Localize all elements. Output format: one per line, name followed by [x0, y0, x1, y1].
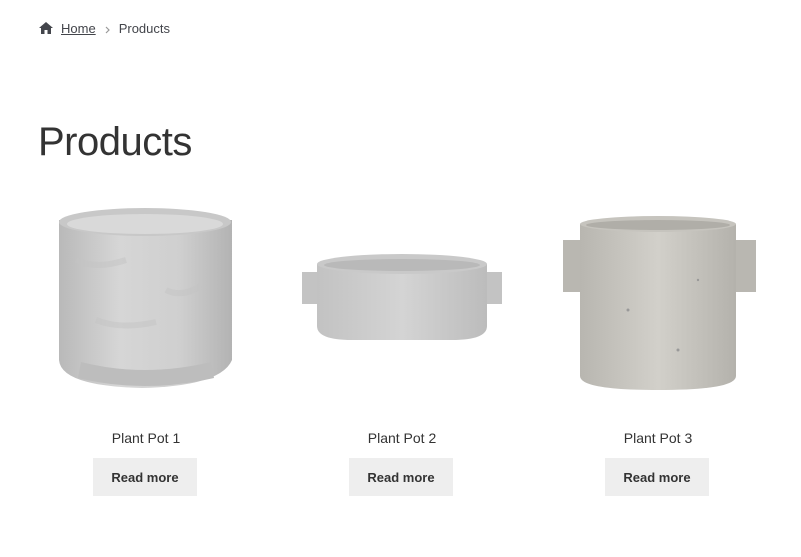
product-card: Plant Pot 2 Read more	[292, 200, 512, 500]
page-title: Products	[38, 120, 192, 164]
breadcrumb-home-link[interactable]: Home	[61, 21, 96, 36]
product-card: Plant Pot 3 Read more	[548, 200, 768, 500]
home-icon[interactable]	[38, 21, 54, 35]
product-title[interactable]: Plant Pot 2	[292, 430, 512, 446]
product-image[interactable]	[548, 200, 768, 400]
product-title[interactable]: Plant Pot 1	[36, 430, 256, 446]
read-more-button[interactable]: Read more	[349, 458, 453, 496]
product-title[interactable]: Plant Pot 3	[548, 430, 768, 446]
read-more-button[interactable]: Read more	[93, 458, 197, 496]
product-grid: Plant Pot 1 Read more Plant Pot 2 Read m…	[18, 200, 786, 510]
product-image[interactable]	[36, 200, 256, 400]
chevron-right-icon	[103, 23, 113, 34]
breadcrumb-current: Products	[118, 20, 170, 36]
breadcrumb: Home Products	[38, 19, 170, 37]
product-image[interactable]	[292, 200, 512, 400]
product-card: Plant Pot 1 Read more	[36, 200, 256, 500]
read-more-button[interactable]: Read more	[605, 458, 709, 496]
